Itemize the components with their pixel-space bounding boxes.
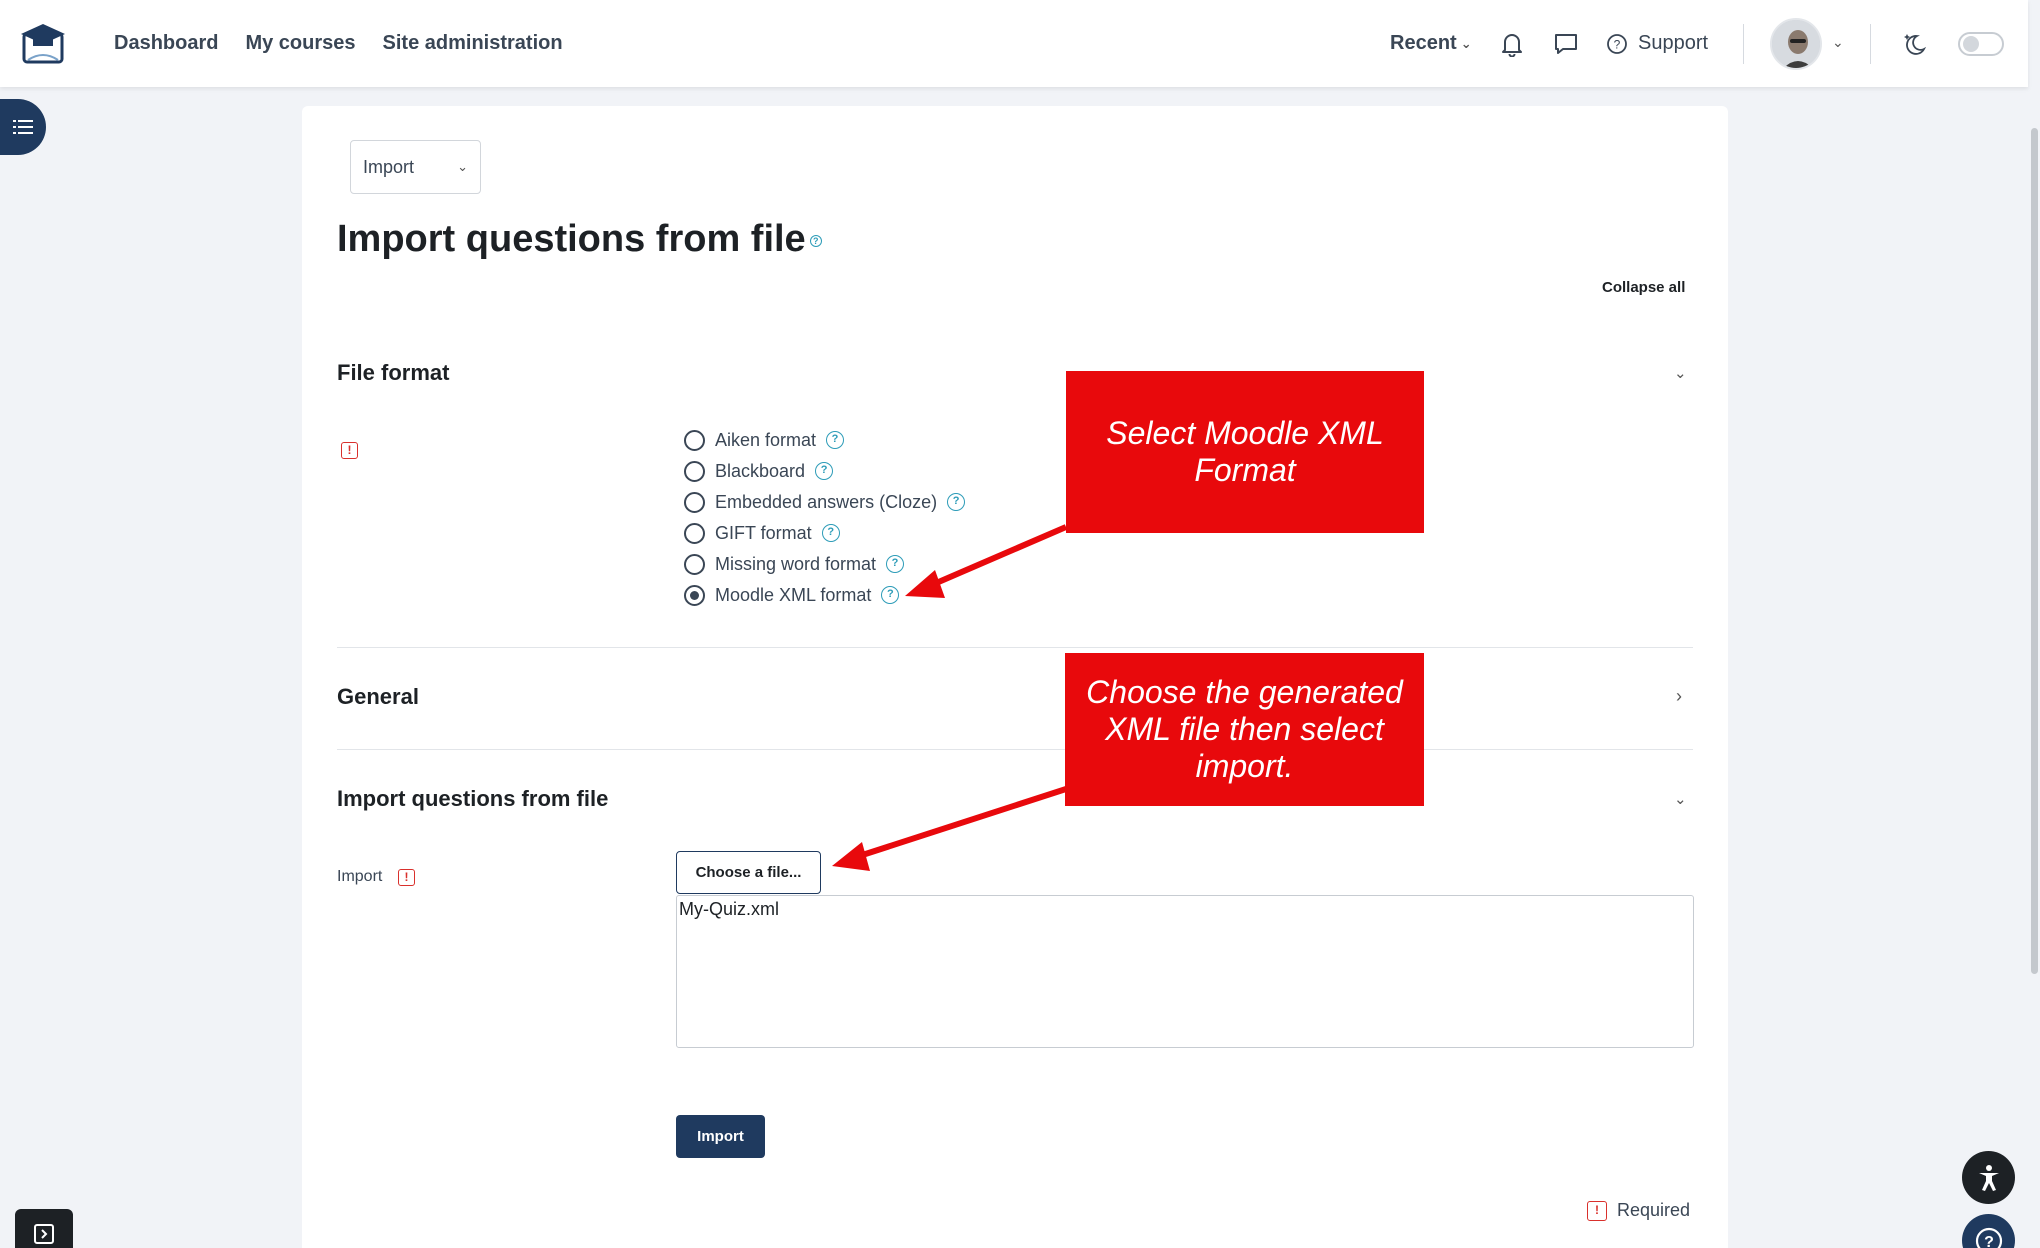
expand-panel-icon (34, 1224, 54, 1244)
radio-button[interactable] (684, 460, 705, 482)
callout-text: Select Moodle XML Format (1106, 415, 1384, 488)
required-icon: ! (398, 869, 415, 886)
help-icon[interactable]: ? (881, 586, 900, 604)
radio-label: Moodle XML format (715, 584, 872, 605)
radio-gift-format[interactable]: GIFT format ? (684, 521, 840, 545)
radio-blackboard[interactable]: Blackboard ? (684, 459, 834, 483)
radio-button[interactable] (684, 522, 705, 544)
toggle-knob (1963, 36, 1979, 52)
navbar-divider (1743, 24, 1744, 64)
user-photo-icon (1772, 20, 1820, 68)
help-icon[interactable]: ? (809, 234, 822, 247)
annotation-callout-select-format: Select Moodle XML Format (1066, 371, 1424, 533)
page-title: Import questions from file? (337, 218, 822, 261)
primary-navigation: Dashboard My courses Site administration (114, 0, 563, 87)
svg-text:?: ? (1614, 37, 1621, 51)
radio-button[interactable] (684, 553, 705, 575)
section-heading-import-questions[interactable]: Import questions from file (337, 786, 608, 812)
course-index-drawer-button[interactable] (0, 99, 46, 155)
radio-missing-word-format[interactable]: Missing word format ? (684, 552, 905, 576)
file-drop-area[interactable]: My-Quiz.xml (676, 895, 1694, 1048)
support-question-icon: ? (1607, 33, 1627, 54)
radio-moodle-xml-format[interactable]: Moodle XML format ? (684, 583, 900, 607)
page-title-text: Import questions from file (337, 218, 806, 260)
radio-embedded-answers-cloze[interactable]: Embedded answers (Cloze) ? (684, 490, 966, 514)
svg-text:?: ? (1984, 1234, 1994, 1248)
question-bank-action-select[interactable]: Import ⌄ (350, 140, 481, 194)
required-icon: ! (1587, 1200, 1607, 1221)
main-content-card (302, 106, 1728, 1248)
section-heading-general[interactable]: General (337, 684, 419, 710)
annotation-callout-choose-file: Choose the generated XML file then selec… (1065, 653, 1424, 806)
recent-menu[interactable]: Recent ⌄ (1390, 0, 1472, 87)
section-heading-file-format[interactable]: File format (337, 360, 449, 386)
dark-mode-toggle[interactable] (1958, 32, 2004, 56)
radio-button-checked[interactable] (684, 584, 705, 606)
nav-site-administration[interactable]: Site administration (383, 32, 563, 55)
radio-button[interactable] (684, 491, 705, 513)
chevron-down-icon: ⌄ (1460, 35, 1472, 51)
navbar-divider (1870, 24, 1871, 64)
radio-aiken-format[interactable]: Aiken format ? (684, 428, 845, 452)
nav-dashboard[interactable]: Dashboard (114, 32, 218, 55)
accessibility-button[interactable] (1962, 1151, 2015, 1204)
help-icon[interactable]: ? (826, 431, 845, 449)
help-icon[interactable]: ? (815, 462, 834, 480)
help-icon[interactable]: ? (886, 555, 905, 573)
help-floating-button[interactable]: ? (1962, 1214, 2015, 1248)
chevron-down-icon[interactable]: ⌄ (1674, 364, 1687, 382)
user-menu-chevron-icon[interactable]: ⌄ (1832, 34, 1844, 51)
messages-icon[interactable] (1553, 32, 1579, 56)
collapse-all-link[interactable]: Collapse all (1602, 279, 1685, 296)
action-select-value: Import (363, 156, 415, 177)
top-navbar: Dashboard My courses Site administration… (0, 0, 2028, 87)
radio-label: Aiken format (715, 429, 817, 450)
section-divider (337, 749, 1693, 750)
help-icon[interactable]: ? (821, 524, 840, 542)
radio-label: GIFT format (715, 522, 812, 543)
radio-label: Missing word format (715, 553, 877, 574)
help-icon[interactable]: ? (947, 493, 966, 511)
section-divider (337, 647, 1693, 648)
help-question-icon: ? (1975, 1227, 2002, 1248)
support-label: Support (1638, 32, 1709, 54)
support-link[interactable]: ? Support (1606, 0, 1708, 87)
required-icon: ! (341, 442, 358, 459)
user-avatar[interactable] (1770, 18, 1822, 70)
chevron-down-icon: ⌄ (457, 159, 468, 174)
callout-text: Choose the generated XML file then selec… (1086, 674, 1403, 784)
chevron-right-icon[interactable]: › (1676, 686, 1682, 707)
site-logo-icon[interactable] (18, 20, 68, 66)
choose-file-button[interactable]: Choose a file... (676, 851, 821, 894)
import-field-label: Import (337, 868, 383, 885)
chevron-down-icon[interactable]: ⌄ (1674, 790, 1687, 808)
notifications-bell-icon[interactable] (1500, 31, 1524, 57)
required-label: Required (1617, 1200, 1691, 1220)
recent-label: Recent (1390, 32, 1457, 54)
radio-label: Blackboard (715, 460, 806, 481)
radio-label: Embedded answers (Cloze) (715, 491, 938, 512)
selected-file-name[interactable]: My-Quiz.xml (679, 899, 779, 919)
nav-my-courses[interactable]: My courses (245, 32, 355, 55)
dark-mode-moon-icon[interactable] (1900, 30, 1928, 58)
accessibility-icon (1978, 1164, 1999, 1191)
radio-button[interactable] (684, 429, 705, 451)
scrollbar-thumb[interactable] (2031, 128, 2038, 974)
import-submit-button[interactable]: Import (676, 1115, 765, 1158)
required-legend: ! Required (1587, 1200, 1690, 1221)
footer-toggle-button[interactable] (15, 1209, 73, 1248)
list-icon (13, 120, 33, 134)
